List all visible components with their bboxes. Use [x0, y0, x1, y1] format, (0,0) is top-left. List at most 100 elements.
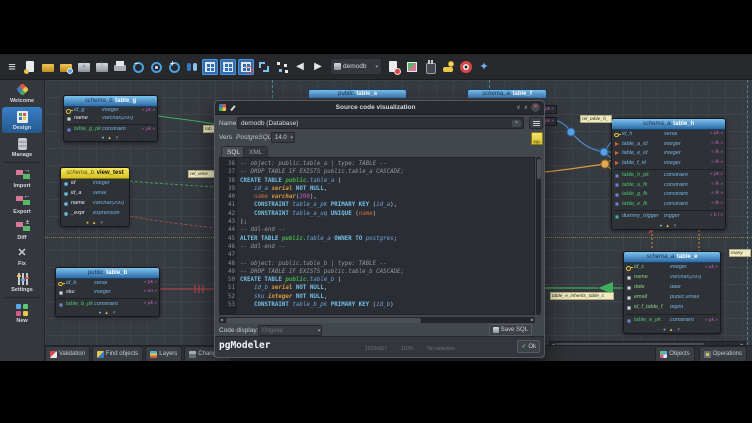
previous-model-button[interactable]: [292, 59, 308, 75]
screenshot-button[interactable]: [404, 59, 420, 75]
fit-objects-button[interactable]: [184, 59, 200, 75]
sidebar-item-settings[interactable]: Settings: [0, 269, 44, 295]
table-widget-table_e[interactable]: schema_a.table_eid_cinteger« pk »namevar…: [623, 251, 721, 334]
about-button[interactable]: [476, 59, 492, 75]
table-row[interactable]: table_a_idinteger« fk »: [612, 140, 725, 150]
table-widget-table_h[interactable]: schema_a.table_hid_hserial« pk »table_a_…: [611, 118, 726, 230]
panel-button-objects[interactable]: Objects: [655, 346, 694, 361]
table-widget-table_f-partial[interactable]: schema_a.table_f: [467, 89, 547, 98]
table-header[interactable]: schema_a.table_e: [624, 252, 720, 263]
table-header[interactable]: schema_a.table_h: [612, 119, 725, 130]
open-model-button[interactable]: [40, 59, 56, 75]
expand-icon[interactable]: ▲: [92, 220, 96, 225]
table-row[interactable]: table_f_idinteger« fk »: [612, 159, 725, 169]
table-footer[interactable]: ●▲▼: [56, 309, 159, 316]
table-row[interactable]: table_g_pkconstraint« pk »: [64, 126, 157, 134]
table-row[interactable]: id_bserial« pk »: [56, 279, 159, 288]
collapse-icon[interactable]: ▼: [115, 135, 119, 140]
table-row[interactable]: id_hserial« pk »: [612, 130, 725, 140]
table-row[interactable]: id_cinteger« pk »: [624, 263, 720, 273]
sql-code-view[interactable]: 363738394041424344454647484950515253 -- …: [219, 157, 535, 315]
objects-overlay-button[interactable]: [274, 59, 290, 75]
sidebar-item-fix[interactable]: Fix: [0, 243, 44, 269]
table-row[interactable]: id_f_table_fbigint: [624, 303, 720, 313]
pin-icon[interactable]: [229, 105, 235, 111]
zoom-in-button[interactable]: [166, 59, 182, 75]
clear-name-icon[interactable]: ×: [512, 120, 521, 127]
close-icon[interactable]: ×: [531, 103, 540, 112]
table-footer[interactable]: ●▲▼: [61, 219, 129, 226]
show-grid-button[interactable]: [202, 59, 218, 75]
sidebar-item-design[interactable]: Design: [2, 107, 42, 133]
donate-button[interactable]: [440, 59, 456, 75]
table-row[interactable]: table_g_fkconstraint« fk »: [612, 190, 725, 200]
table-row[interactable]: table_a_fkconstraint« fk »: [612, 181, 725, 191]
table-row[interactable]: id_aserial: [61, 189, 129, 199]
zoom-original-button[interactable]: [148, 59, 164, 75]
save-model-button[interactable]: [76, 59, 92, 75]
table-row[interactable]: skuinteger« nn »: [56, 288, 159, 297]
dialog-titlebar[interactable]: Source code visualization ∨ ∧ ×: [215, 101, 544, 115]
version-select[interactable]: 14.0: [271, 132, 295, 143]
collapse-icon[interactable]: ▼: [112, 310, 116, 315]
table-header[interactable]: schema_b.view_test: [61, 168, 129, 179]
table-widget-table_g[interactable]: schema_b.table_gid_ginteger« pk »namevar…: [63, 95, 158, 142]
support-button[interactable]: [458, 59, 474, 75]
panel-button-operations[interactable]: Operations: [699, 346, 747, 361]
dot-icon[interactable]: ●: [86, 220, 89, 225]
table-row[interactable]: datedate: [624, 283, 720, 293]
table-row[interactable]: emailpublic.email: [624, 293, 720, 303]
bottom-tab-validation[interactable]: Validation: [45, 346, 90, 361]
collapse-icon[interactable]: ▼: [99, 220, 103, 225]
table-row[interactable]: dummy_triggertrigger« b i »: [612, 212, 725, 222]
table-row[interactable]: table_e_idinteger« fk »: [612, 149, 725, 159]
collapse-icon[interactable]: ▼: [673, 223, 677, 228]
bottom-tab-find[interactable]: Find objects: [92, 346, 143, 361]
menu-button[interactable]: [4, 59, 20, 75]
print-button[interactable]: [112, 59, 128, 75]
collapse-icon[interactable]: ▼: [676, 327, 680, 332]
save-sql-button[interactable]: Save SQL: [489, 324, 532, 336]
expand-icon[interactable]: ▲: [107, 135, 111, 140]
next-model-button[interactable]: [310, 59, 326, 75]
table-row[interactable]: _exprexpression: [61, 209, 129, 219]
sidebar-item-import[interactable]: Import: [0, 165, 44, 191]
page-delimiters-button[interactable]: [220, 59, 236, 75]
table-footer[interactable]: ●▲▼: [624, 326, 720, 333]
expand-icon[interactable]: ▲: [104, 310, 108, 315]
relationship-label[interactable]: rel_table_h_: [580, 115, 612, 123]
table-row[interactable]: table_e_fkconstraint« fk »: [612, 200, 725, 210]
chevron-up-icon[interactable]: ∧: [524, 104, 528, 112]
table-footer[interactable]: ●▲▼: [612, 222, 725, 229]
table-row[interactable]: table_e_pkconstraint« pk »: [624, 316, 720, 326]
table-row[interactable]: namevarchar(200): [624, 273, 720, 283]
sidebar-item-diff[interactable]: Diff: [0, 217, 44, 243]
table-row[interactable]: idinteger: [61, 179, 129, 189]
dot-icon[interactable]: ●: [102, 135, 105, 140]
table-footer[interactable]: ●▲ ▼: [64, 134, 157, 141]
zoom-out-button[interactable]: [130, 59, 146, 75]
table-row[interactable]: table_b_pkconstraint« pk »: [56, 300, 159, 309]
dot-icon[interactable]: ●: [660, 223, 663, 228]
close-model-button[interactable]: [386, 59, 402, 75]
table-row[interactable]: id_ginteger« pk »: [64, 107, 157, 115]
new-model-button[interactable]: [22, 59, 38, 75]
sidebar-item-export[interactable]: Export: [0, 191, 44, 217]
view-widget-view_test[interactable]: schema_b.view_testidintegerid_aserialnam…: [60, 167, 130, 227]
table-row[interactable]: table_h_pkconstraint« pk »: [612, 171, 725, 181]
expand-icon[interactable]: ▲: [669, 327, 673, 332]
model-selector-dropdown[interactable]: demodb▾: [330, 58, 382, 75]
table-header[interactable]: schema_b.table_g: [64, 96, 157, 107]
table-row[interactable]: namevarchar(200): [64, 115, 157, 123]
chevron-down-icon[interactable]: ∨: [516, 104, 520, 112]
dot-icon[interactable]: ●: [663, 327, 666, 332]
snap-grid-button[interactable]: [238, 59, 254, 75]
ok-button[interactable]: ✓ Ok: [517, 340, 540, 353]
name-options-button[interactable]: [529, 117, 543, 129]
table-widget-table_a-partial[interactable]: public.table_a: [308, 89, 407, 98]
code-display-select[interactable]: Original: [258, 325, 322, 336]
table-row[interactable]: namevarchar(200): [61, 199, 129, 209]
name-input[interactable]: demodb (Database) ×: [237, 117, 524, 129]
relationship-label[interactable]: rel_view: [188, 170, 215, 178]
relationship-label[interactable]: many: [729, 249, 751, 257]
